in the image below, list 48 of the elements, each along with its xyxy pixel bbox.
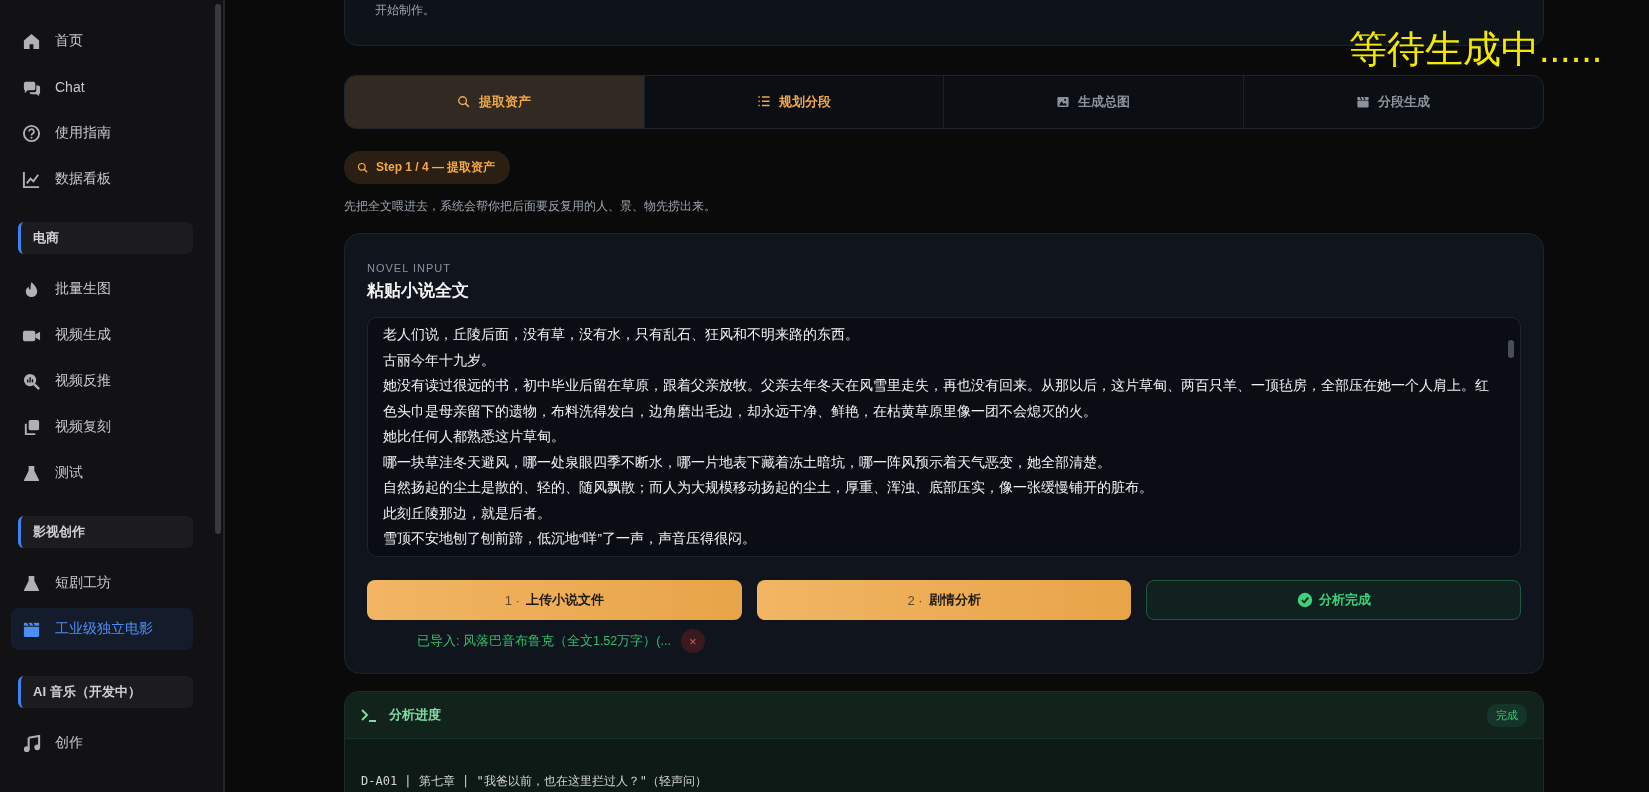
nav-icon	[22, 733, 41, 753]
sidebar-item[interactable]: 视频生成	[11, 312, 193, 358]
scrollbar[interactable]	[215, 4, 221, 534]
section-header: 电商	[18, 222, 193, 254]
status-button[interactable]: 分析完成	[1146, 580, 1521, 620]
section-header: AI 音乐（开发中）	[18, 676, 193, 708]
sidebar-item[interactable]: 数据看板	[11, 156, 193, 202]
sidebar-item[interactable]: Chat	[11, 64, 193, 110]
step-tab[interactable]: 生成总图	[944, 76, 1244, 128]
sidebar-item[interactable]: 测试	[11, 450, 193, 496]
panel-title: 分析进度	[389, 706, 442, 724]
tab-icon	[756, 95, 771, 109]
sidebar-item[interactable]: 创作	[11, 720, 193, 766]
nav-icon	[22, 31, 41, 51]
terminal-icon	[361, 708, 377, 722]
step-tab[interactable]: 规划分段	[644, 76, 944, 128]
eyebrow-label: NOVEL INPUT	[367, 262, 452, 274]
card-title: 粘贴小说全文	[367, 280, 470, 302]
action-button[interactable]: 2 · 剧情分析	[756, 580, 1132, 620]
tab-icon	[457, 95, 472, 109]
section-header: 影视创作	[18, 516, 193, 548]
log-line: D-A01 | 第七章 | "我爸以前，也在这里拦过人？"（轻声问）	[361, 773, 708, 790]
nav-icon	[22, 169, 41, 189]
step-tab[interactable]: 分段生成	[1243, 76, 1543, 128]
novel-text-area[interactable]: 老人们说，丘陵后面，没有草，没有水，只有乱石、狂风和不明来路的东西。 古丽今年十九岁。 她没有读过很远的书，初中毕业后留在草原，跟着父亲放牧。父亲去年冬天在风雪里走失，再也没有回来。从那以后，这片草甸、两百只羊、一顶毡房，全部压在她一个人肩上。红色头巾是母亲留下的遗物，布料洗得发白，边角磨出毛边，却永远干净、鲜艳，在枯黄草原里像一团不会熄灭的火。 她比任何人都熟悉这片草甸。 哪一块草洼冬天避风，哪一处泉眼四季不断水，哪一片地表下藏着冻土暗坑，哪一阵风预示着天气恶变，她全部清楚。 自然扬起的尘土是散的、轻的、随风飘散；而人为大规模移动扬起的尘土，厚重、浑浊、底部压实，像一张缓慢铺开的脏布。 此刻丘陵那边，就是后者。 雪顶不安地刨了刨前蹄，低沉地“咩”了一声，声音压得很闷。	[367, 317, 1521, 557]
sidebar-item[interactable]: 视频反推	[11, 358, 193, 404]
sidebar-item[interactable]: 短剧工坊	[11, 560, 193, 606]
imported-file-label: 已导入: 风落巴音布鲁克（全文1.52万字）(...	[417, 632, 671, 650]
remove-button[interactable]: ×	[680, 629, 705, 653]
sidebar-item[interactable]: 首页	[11, 18, 193, 64]
tab-icon	[1056, 95, 1071, 109]
step-label: Step 1 / 4 — 提取资产	[376, 159, 496, 176]
tab-icon	[1356, 95, 1371, 109]
action-button[interactable]: 1 · 上传小说文件	[367, 580, 742, 620]
nav-icon	[22, 417, 41, 437]
status-badge: 完成	[1487, 703, 1527, 727]
nav-icon	[22, 573, 41, 593]
search-icon	[357, 161, 369, 174]
sidebar-item[interactable]: 使用指南	[11, 110, 193, 156]
check-icon	[1296, 592, 1313, 608]
nav-icon	[22, 123, 41, 143]
sidebar-item[interactable]: 视频复刻	[11, 404, 193, 450]
nav-icon	[22, 463, 41, 483]
step-tab[interactable]: 提取资产	[345, 76, 645, 128]
sidebar-item[interactable]: 工业级独立电影	[11, 608, 193, 650]
step-description: 先把全文喂进去，系统会帮你把后面要反复用的人、景、物先捞出来。	[344, 198, 717, 215]
nav-icon	[22, 371, 41, 391]
sidebar-item[interactable]: 批量生图	[11, 266, 193, 312]
